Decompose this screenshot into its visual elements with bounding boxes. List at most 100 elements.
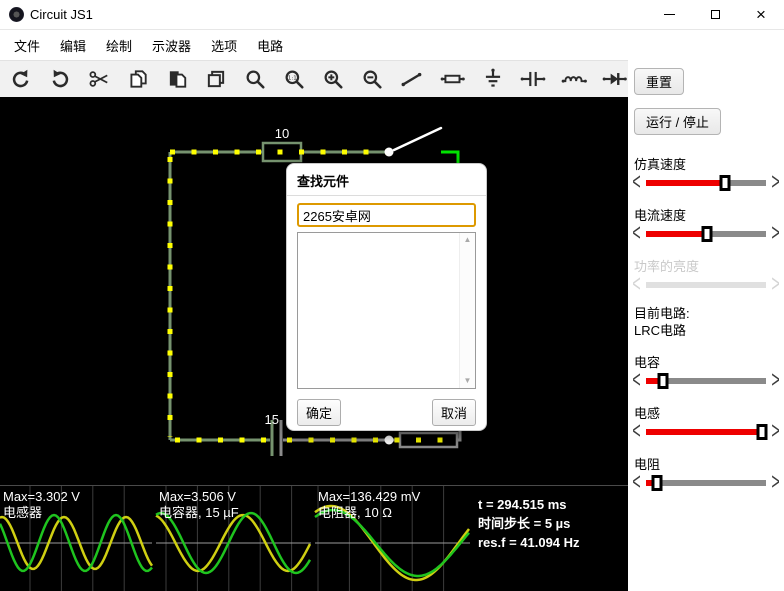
- menu-circuits[interactable]: 电路: [247, 30, 293, 60]
- zoom-in-icon: [322, 68, 344, 90]
- slider-thumb-current-speed[interactable]: [701, 226, 713, 242]
- titlebar[interactable]: Circuit JS1 ×: [0, 0, 784, 30]
- zoom-100-button[interactable]: 1:1: [281, 65, 307, 93]
- slider-increase-arrow[interactable]: >: [771, 171, 781, 195]
- menu-file[interactable]: 文件: [4, 30, 50, 60]
- search-icon: [244, 68, 266, 90]
- menu-scopes[interactable]: 示波器: [142, 30, 201, 60]
- zoom-100-icon: 1:1: [283, 68, 305, 90]
- search-button[interactable]: [242, 65, 268, 93]
- slider-track-resistance[interactable]: [646, 475, 766, 491]
- slider-increase-arrow: >: [771, 271, 780, 298]
- paste-button[interactable]: [164, 65, 190, 93]
- dialog-footer: 确定 取消: [297, 399, 476, 426]
- scroll-up-icon[interactable]: ▲: [464, 236, 472, 244]
- slider-increase-arrow[interactable]: >: [771, 420, 781, 444]
- find-component-dialog: 查找元件 ▲ ▼ 确定 取消: [286, 163, 487, 431]
- zoom-out-button[interactable]: [359, 65, 385, 93]
- slider-decrease-arrow[interactable]: <: [632, 369, 642, 393]
- circuitjs-window: Circuit JS1 × 文件 编辑 绘制 示波器 选项 电路 1:1 10 15: [0, 0, 784, 591]
- undo-button[interactable]: [8, 65, 34, 93]
- app-icon: [9, 7, 24, 22]
- speed-sliders: 仿真速度 < > 电流速度 < > 功率的亮度 < >: [628, 154, 784, 298]
- scope-strip[interactable]: Max=3.302 V 电感器 Max=3.506 V 电容器, 15 µF Max=1…: [0, 485, 628, 591]
- ground-button[interactable]: [480, 65, 506, 93]
- slider-inductance[interactable]: < >: [630, 420, 782, 444]
- minimize-icon: [663, 14, 675, 15]
- toolbar: 1:1: [0, 60, 664, 97]
- simulation-info-line: res.f = 41.094 Hz: [478, 535, 580, 550]
- menu-edit[interactable]: 编辑: [50, 30, 96, 60]
- slider-increase-arrow[interactable]: >: [771, 369, 781, 393]
- inductor-component[interactable]: [398, 431, 459, 449]
- maximize-icon: [710, 10, 720, 19]
- diode-button[interactable]: [601, 65, 629, 93]
- slider-simulation-speed[interactable]: < >: [630, 171, 782, 195]
- menu-draw[interactable]: 绘制: [96, 30, 142, 60]
- copy-button[interactable]: [125, 65, 151, 93]
- current-circuit-info: 目前电路: LRC电路: [634, 305, 784, 339]
- sidebar: 重置 运行 / 停止 仿真速度 < > 电流速度 < > 功率的亮度 < > 目前电路: LRC…: [628, 60, 784, 591]
- slider-capacitance[interactable]: < >: [630, 369, 782, 393]
- current-circuit-name: LRC电路: [634, 323, 687, 338]
- slider-track-power-brightness: [646, 282, 766, 288]
- slider-group-current-speed: 电流速度 < >: [630, 205, 782, 246]
- slider-thumb-inductance[interactable]: [756, 424, 768, 440]
- slider-thumb-simulation-speed[interactable]: [719, 175, 731, 191]
- slider-decrease-arrow[interactable]: <: [632, 420, 642, 444]
- inductor-icon: [561, 68, 587, 90]
- close-button[interactable]: ×: [738, 0, 784, 30]
- window-controls: ×: [646, 0, 784, 30]
- resistor-value-label: 10: [275, 126, 289, 141]
- slider-power-brightness: < >: [630, 271, 782, 298]
- wire-button[interactable]: [398, 65, 426, 93]
- slider-thumb-resistance[interactable]: [651, 475, 663, 491]
- window-title: Circuit JS1: [30, 7, 93, 22]
- slider-group-resistance: 电阻 < >: [630, 454, 782, 495]
- menu-options[interactable]: 选项: [201, 30, 247, 60]
- slider-group-simulation-speed: 仿真速度 < >: [630, 154, 782, 195]
- node-post[interactable]: [384, 435, 394, 445]
- zoom-in-button[interactable]: [320, 65, 346, 93]
- listbox-scrollbar[interactable]: ▲ ▼: [459, 233, 475, 388]
- resistor-button[interactable]: [439, 65, 467, 93]
- undo-icon: [10, 68, 32, 90]
- run-stop-button[interactable]: 运行 / 停止: [634, 108, 721, 135]
- simulation-info-line: t = 294.515 ms: [478, 497, 567, 512]
- slider-increase-arrow[interactable]: >: [771, 222, 781, 246]
- capacitor-value-label: 15: [265, 412, 279, 427]
- slider-label-capacitance: 电容: [634, 355, 661, 370]
- duplicate-button[interactable]: [203, 65, 229, 93]
- reset-button[interactable]: 重置: [634, 68, 685, 95]
- cut-button[interactable]: [86, 65, 112, 93]
- copy-icon: [127, 68, 149, 90]
- slider-resistance[interactable]: < >: [630, 471, 782, 495]
- slider-decrease-arrow[interactable]: <: [632, 171, 642, 195]
- component-search-input[interactable]: [297, 203, 476, 227]
- slider-track-inductance[interactable]: [646, 424, 768, 440]
- capacitor-button[interactable]: [519, 65, 547, 93]
- ok-button[interactable]: 确定: [297, 399, 342, 426]
- node-post[interactable]: [384, 147, 394, 157]
- slider-label-current-speed: 电流速度: [634, 208, 687, 223]
- menubar: 文件 编辑 绘制 示波器 选项 电路: [0, 30, 784, 60]
- dialog-title[interactable]: 查找元件: [287, 164, 486, 195]
- redo-button[interactable]: [47, 65, 73, 93]
- slider-decrease-arrow[interactable]: <: [632, 222, 642, 246]
- maximize-button[interactable]: [692, 0, 738, 30]
- ground-icon: [482, 67, 504, 91]
- svg-text:1:1: 1:1: [288, 76, 297, 82]
- slider-increase-arrow[interactable]: >: [771, 471, 781, 495]
- minimize-button[interactable]: [646, 0, 692, 30]
- scroll-down-icon[interactable]: ▼: [464, 377, 472, 385]
- slider-track-capacitance[interactable]: [646, 373, 766, 389]
- slider-current-speed[interactable]: < >: [630, 222, 782, 246]
- inductor-button[interactable]: [560, 65, 588, 93]
- results-listbox[interactable]: ▲ ▼: [297, 232, 476, 389]
- slider-decrease-arrow[interactable]: <: [632, 471, 642, 495]
- slider-thumb-capacitance[interactable]: [657, 373, 669, 389]
- slider-track-simulation-speed[interactable]: [646, 175, 766, 191]
- slider-track-current-speed[interactable]: [646, 226, 766, 242]
- cancel-button[interactable]: 取消: [431, 399, 476, 426]
- switch-component[interactable]: [392, 126, 443, 152]
